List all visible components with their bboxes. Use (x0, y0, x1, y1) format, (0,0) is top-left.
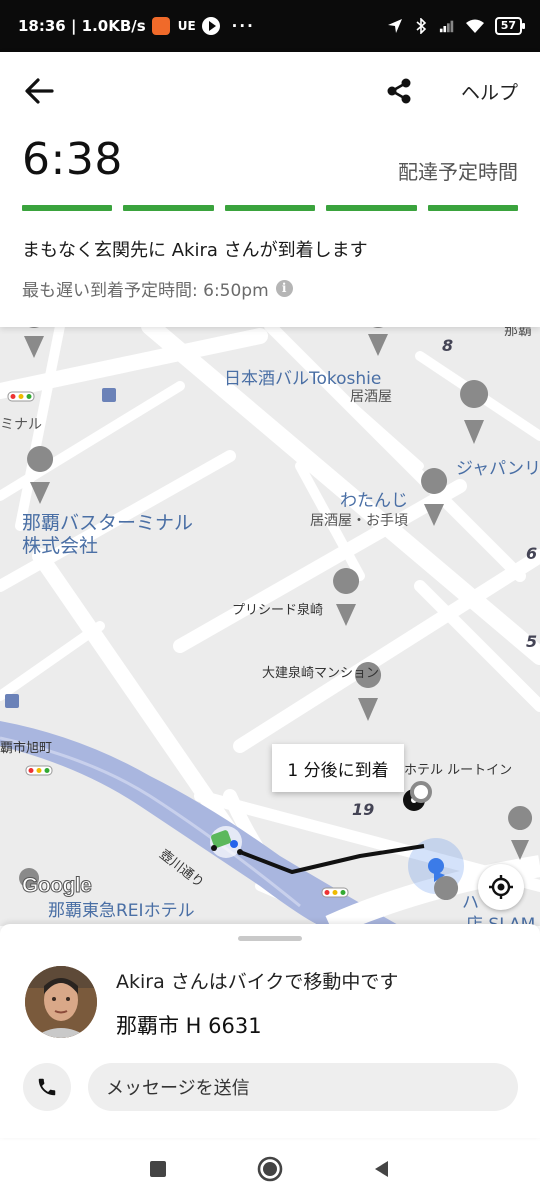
eta-time: 6:38 (22, 134, 123, 185)
eta-bubble: 1 分後に到着 (272, 744, 404, 792)
courier-photo (25, 966, 97, 1038)
location-icon (387, 19, 402, 33)
map-label-precede: プリシード泉崎 (232, 603, 324, 618)
map-label-num-8: 8 (442, 336, 454, 355)
help-link[interactable]: ヘルプ (461, 78, 518, 105)
courier-avatar (25, 966, 97, 1038)
status-bar: 18:36 | 1.0KB/s UE ··· 57 (0, 0, 540, 52)
progress-segment (224, 205, 316, 211)
phone-icon (38, 1078, 56, 1096)
back-triangle-icon (375, 1161, 388, 1177)
wifi-icon (465, 19, 484, 33)
progress-segment (427, 205, 519, 211)
map-label-tokyu: 那覇東急REIホテル (48, 901, 195, 921)
map-label-num-5: 5 (526, 632, 538, 651)
arrival-message: まもなく玄関先に Akira さんが到着します (22, 240, 368, 261)
status-time: 18:36 | 1.0KB/s (18, 17, 146, 35)
info-icon[interactable]: i (275, 280, 293, 297)
app-notification-icon (151, 17, 170, 35)
google-logo: Google (21, 874, 92, 898)
map-label-naha-bus-line1: 那覇バスターミナル (22, 512, 194, 534)
progress-segment (123, 205, 214, 211)
map-base (0, 326, 540, 926)
recenter-button[interactable] (478, 864, 524, 910)
crosshair-icon (489, 875, 513, 899)
map-label-nihonshu-type: 居酒屋 (350, 389, 392, 405)
share-icon[interactable] (384, 76, 414, 106)
map-label-terminal: ミナル (0, 417, 42, 433)
map-label-japan: ジャパンリ (456, 459, 540, 479)
battery-indicator: 57 (494, 17, 526, 35)
back-nav-button[interactable] (368, 1155, 396, 1183)
courier-status: Akira さんはバイクで移動中です (116, 971, 399, 993)
progress-segment (22, 205, 113, 211)
license-plate: 那覇市 H 6631 (116, 1014, 262, 1038)
system-nav-bar (0, 1136, 540, 1200)
status-left: 18:36 | 1.0KB/s UE ··· (18, 17, 255, 35)
trip-header: ヘルプ 6:38 配達予定時間 まもなく玄関先に Akira さんが到着します … (0, 52, 540, 327)
map-label-ha: ハ (462, 893, 479, 913)
map-label-daiken: 大建泉崎マンション (262, 666, 380, 681)
eta-label: 配達予定時間 (398, 160, 518, 184)
delivery-progress-bar (22, 205, 519, 211)
play-notification-icon (201, 17, 220, 35)
ue-notification-icon: UE (177, 19, 196, 33)
map-label-corner: 那覇 (504, 326, 532, 339)
map-view[interactable]: 日本酒バルTokoshie 居酒屋 ジャパンリ わたんじ 居酒屋・お手頃 ミナル… (0, 326, 540, 926)
status-right: 57 (387, 17, 526, 35)
signal-icon (439, 20, 453, 33)
map-label-num-19: 19 (352, 800, 375, 819)
map-label-hotel-route: ホテル ルートイン (404, 763, 513, 778)
map-label-num-6: 6 (526, 544, 538, 563)
sheet-drag-handle[interactable] (238, 936, 302, 941)
map-label-watanji: わたんじ (340, 491, 408, 511)
home-icon (257, 1156, 283, 1182)
latest-arrival-text: 最も遅い到着予定時間: 6:50pm (22, 281, 269, 301)
recents-icon (150, 1161, 166, 1177)
progress-segment (326, 205, 417, 211)
more-notifications-icon: ··· (231, 17, 255, 35)
call-button[interactable] (23, 1063, 71, 1111)
back-arrow-icon[interactable] (22, 74, 56, 108)
courier-sheet: Akira さんはバイクで移動中です 那覇市 H 6631 メッセージを送信 (0, 924, 540, 1138)
home-button[interactable] (256, 1155, 284, 1183)
map-label-watanji-type: 居酒屋・お手頃 (310, 513, 408, 529)
message-input[interactable]: メッセージを送信 (88, 1063, 518, 1111)
recents-button[interactable] (144, 1155, 172, 1183)
map-label-asahi: 覇市旭町 (0, 741, 53, 756)
latest-arrival-row: 最も遅い到着予定時間: 6:50pm i (22, 276, 293, 301)
map-label-naha-bus-line2: 株式会社 (22, 534, 99, 557)
bluetooth-icon (416, 18, 426, 34)
map-label-naha-bus: 那覇バスターミナル 株式会社 (22, 512, 193, 558)
